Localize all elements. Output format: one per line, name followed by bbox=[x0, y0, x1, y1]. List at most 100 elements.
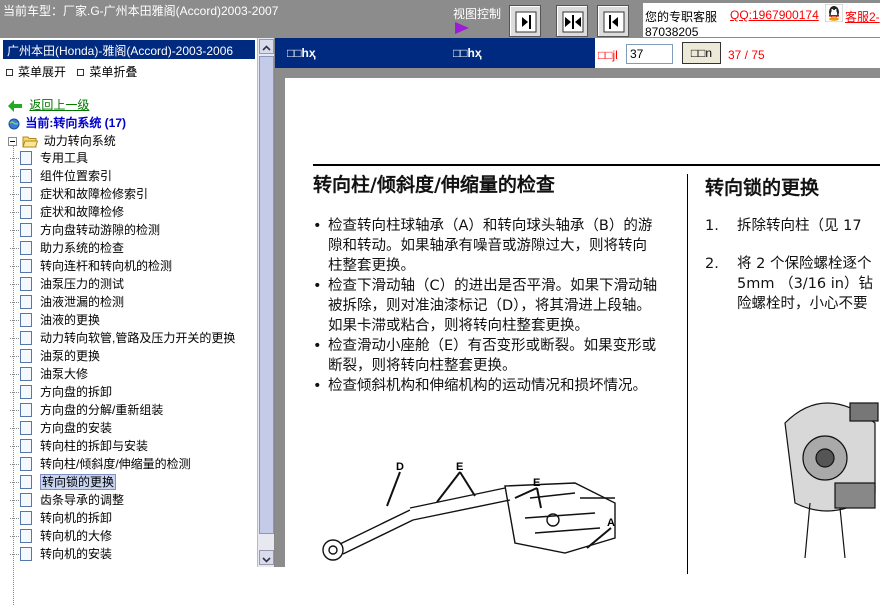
tree-item[interactable]: 转向柱/倾斜度/伸缩量的检测 bbox=[10, 455, 235, 473]
tree-item[interactable]: 动力转向软管,管路及压力开关的更换 bbox=[10, 329, 235, 347]
tree-item[interactable]: 齿条导承的调整 bbox=[10, 491, 235, 509]
tree-item[interactable]: 方向盘的安装 bbox=[10, 419, 235, 437]
chevron-up-icon bbox=[262, 45, 271, 51]
tree-item[interactable]: 油泵的更换 bbox=[10, 347, 235, 365]
tree-item[interactable]: 油液的更换 bbox=[10, 311, 235, 329]
replacement-step: 2. 将 2 个保险螺栓逐个 bbox=[705, 254, 880, 274]
collapse-menu-button[interactable]: 菜单折叠 bbox=[77, 65, 137, 79]
tree-item-label: 转向连杆和转向机的检测 bbox=[40, 259, 173, 273]
tree-connector bbox=[10, 284, 19, 285]
view-control-label: 视图控制 bbox=[453, 7, 502, 21]
back-link[interactable]: 返回上一级 bbox=[29, 98, 89, 112]
tree-connector bbox=[10, 482, 19, 483]
tree-item[interactable]: 油泵大修 bbox=[10, 365, 235, 383]
tree-item[interactable]: 组件位置索引 bbox=[10, 167, 235, 185]
replacement-step: 5mm （3/16 in）钻 bbox=[705, 274, 880, 294]
tree-item[interactable]: 油泵压力的测试 bbox=[10, 275, 235, 293]
inspection-bullet: 检查下滑动轴（C）的进出是否平滑。如果下滑动轴被拆除，则对准油漆标记（D），将其… bbox=[313, 276, 658, 336]
tree-connector bbox=[10, 374, 19, 375]
tree-item[interactable]: 方向盘转动游隙的检测 bbox=[10, 221, 235, 239]
customer-service-box: 您的专职客服 QQ:1967900174 客服2- 87038205 bbox=[643, 3, 880, 39]
tree-item[interactable]: 症状和故障检修索引 bbox=[10, 185, 235, 203]
page-jump-label: □□jl bbox=[598, 48, 618, 62]
tree-item-label: 油液的更换 bbox=[40, 313, 101, 327]
tree-connector bbox=[10, 428, 19, 429]
replacement-steps: 1. 拆除转向柱（见 17 2. 将 2 个保险螺栓逐个 5mm （3/16 in）钻险… bbox=[705, 216, 880, 314]
tree-connector bbox=[10, 446, 19, 447]
document-icon bbox=[20, 547, 32, 561]
tree-item[interactable]: 转向机的安装 bbox=[10, 545, 235, 563]
tree-connector bbox=[10, 194, 19, 195]
page-number-input[interactable] bbox=[626, 44, 673, 64]
document-icon bbox=[20, 439, 32, 453]
expand-left-icon bbox=[603, 11, 625, 33]
tree-item[interactable]: 油液泄漏的检测 bbox=[10, 293, 235, 311]
inspection-bullet: 检查倾斜机构和伸缩机构的运动情况和损坏情况。 bbox=[313, 376, 658, 396]
scroll-down-button[interactable] bbox=[259, 550, 274, 565]
open-folder-icon bbox=[22, 136, 39, 148]
tree-root-label: 动力转向系统 bbox=[43, 134, 116, 148]
vehicle-model-title: 当前车型：厂家.G-广州本田雅阁(Accord)2003-2007 bbox=[3, 4, 279, 18]
service-2-link[interactable]: 客服2- bbox=[845, 8, 880, 25]
back-row: 返回上一级 bbox=[8, 96, 89, 113]
tree-item[interactable]: 转向锁的更换 bbox=[10, 473, 235, 491]
tree-connector bbox=[10, 554, 19, 555]
step-number: 1. bbox=[705, 218, 719, 234]
page-navigation: □□jl □□n 37 / 75 bbox=[595, 38, 880, 68]
expand-right-icon bbox=[515, 11, 537, 33]
scroll-up-button[interactable] bbox=[259, 39, 274, 54]
document-icon bbox=[20, 421, 32, 435]
document-icon bbox=[20, 259, 32, 273]
tree-item[interactable]: 症状和故障检修 bbox=[10, 203, 235, 221]
view-left-button[interactable] bbox=[509, 5, 541, 37]
back-arrow-icon bbox=[8, 99, 22, 112]
car-model-header[interactable]: 广州本田(Honda)-雅阁(Accord)-2003-2006 bbox=[3, 40, 255, 59]
tree-item[interactable]: 转向连杆和转向机的检测 bbox=[10, 257, 235, 275]
tree-item[interactable]: 助力系统的检查 bbox=[10, 239, 235, 257]
tree-connector bbox=[10, 338, 19, 339]
expand-menu-button[interactable]: 菜单展开 bbox=[6, 65, 66, 79]
step-text: 将 2 个保险螺栓逐个 bbox=[737, 256, 872, 272]
square-icon bbox=[77, 69, 85, 77]
top-rule bbox=[313, 164, 880, 166]
tree-item-label: 油泵的更换 bbox=[40, 349, 101, 363]
go-page-button[interactable]: □□n bbox=[682, 42, 721, 64]
tree-item-label: 助力系统的检查 bbox=[40, 241, 125, 255]
tree-item-label: 油泵压力的测试 bbox=[40, 277, 125, 291]
column-divider bbox=[687, 174, 688, 574]
tree-item-label: 组件位置索引 bbox=[40, 169, 113, 183]
tree-connector bbox=[10, 302, 19, 303]
tree-item-label: 齿条导承的调整 bbox=[40, 493, 125, 507]
minus-expander-icon[interactable] bbox=[8, 137, 17, 147]
phone-number: 87038205 bbox=[645, 25, 699, 39]
tree-item-label: 方向盘的分解/重新组装 bbox=[40, 403, 164, 417]
tree-connector bbox=[10, 176, 19, 177]
tree-item-label: 转向柱的拆卸与安装 bbox=[40, 439, 149, 453]
qq-link[interactable]: QQ:1967900174 bbox=[730, 8, 819, 22]
play-arrow-icon bbox=[455, 22, 469, 34]
tree-item[interactable]: 转向机的拆卸 bbox=[10, 509, 235, 527]
tree-item[interactable]: 方向盘的拆卸 bbox=[10, 383, 235, 401]
viewer-header-mid: □□hҳ bbox=[453, 46, 482, 60]
view-split-button[interactable] bbox=[556, 5, 588, 37]
diagram-label-e2: E bbox=[533, 477, 540, 489]
tree-item-label: 油泵大修 bbox=[40, 367, 89, 381]
square-icon bbox=[6, 69, 13, 77]
tree-item-label: 方向盘的安装 bbox=[40, 421, 113, 435]
tree-item[interactable]: 专用工具 bbox=[10, 149, 235, 167]
step-number: 2. bbox=[705, 256, 719, 272]
document-icon bbox=[20, 349, 32, 363]
tree-item-label: 转向机的安装 bbox=[40, 547, 113, 561]
document-viewer: □□hҳ □□hҳ □□jl □□n 37 / 75 转向柱/倾斜度/伸缩量的检… bbox=[275, 38, 880, 574]
step-text: 险螺栓时，小心不要 bbox=[737, 296, 868, 312]
manual-page: 转向柱/倾斜度/伸缩量的检查 转向锁的更换 检查转向柱球轴承（A）和转向球头轴承… bbox=[285, 78, 880, 574]
tree-item[interactable]: 转向柱的拆卸与安装 bbox=[10, 437, 235, 455]
tree-root-node[interactable]: 动力转向系统 bbox=[8, 132, 116, 149]
view-right-button[interactable] bbox=[597, 5, 629, 37]
scroll-thumb[interactable] bbox=[259, 56, 274, 534]
section-title-left: 转向柱/倾斜度/伸缩量的检查 bbox=[313, 174, 555, 196]
vertical-scrollbar[interactable] bbox=[257, 38, 274, 567]
document-icon bbox=[20, 529, 32, 543]
tree-item[interactable]: 方向盘的分解/重新组装 bbox=[10, 401, 235, 419]
tree-item[interactable]: 转向机的大修 bbox=[10, 527, 235, 545]
